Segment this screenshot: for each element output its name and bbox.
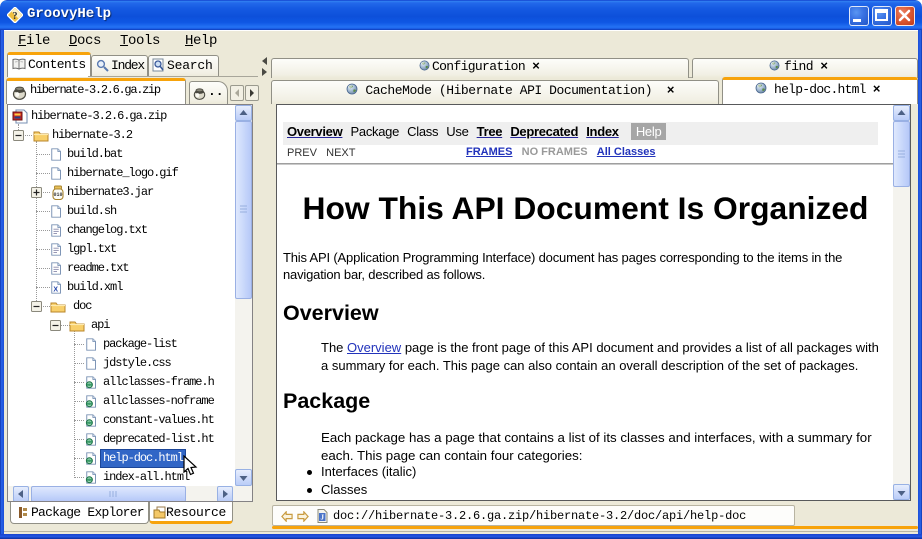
svg-text:J: J (320, 514, 324, 522)
svg-text:?: ? (12, 11, 17, 22)
